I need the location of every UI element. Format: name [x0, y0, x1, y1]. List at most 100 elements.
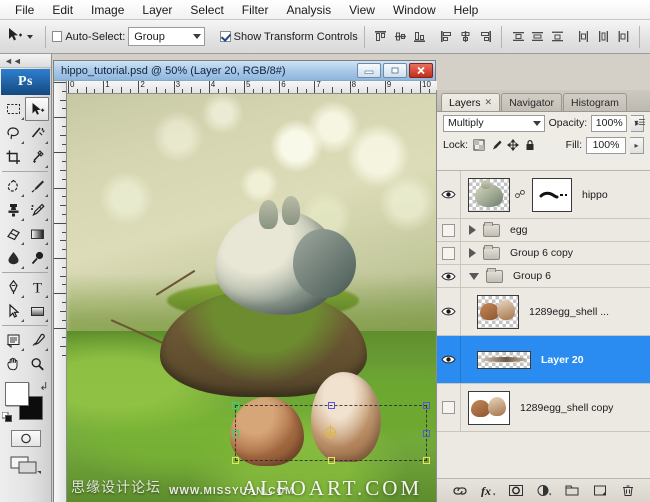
history-brush-tool-icon[interactable] [25, 198, 49, 222]
tab-histogram[interactable]: Histogram [563, 93, 627, 111]
layer-visibility-cell[interactable] [437, 336, 461, 383]
menu-item-view[interactable]: View [340, 1, 384, 19]
active-tool-preset-picker[interactable] [4, 26, 39, 47]
eye-icon-hidden[interactable] [442, 224, 455, 237]
show-transform-controls-checkbox[interactable] [220, 31, 230, 42]
layer-row-egg-shell-copy[interactable]: 1289egg_shell copy [437, 384, 650, 432]
auto-select-checkbox[interactable] [52, 31, 62, 42]
lock-all-icon[interactable] [523, 139, 536, 152]
menu-item-layer[interactable]: Layer [133, 1, 181, 19]
link-icon[interactable]: ☍ [514, 188, 526, 201]
link-layers-button[interactable] [452, 483, 468, 499]
eye-icon[interactable] [441, 354, 457, 366]
move-tool-icon[interactable] [25, 97, 49, 121]
menu-item-image[interactable]: Image [82, 1, 133, 19]
new-layer-button[interactable] [592, 483, 608, 499]
document-title-bar[interactable]: hippo_tutorial.psd @ 50% (Layer 20, RGB/… [54, 61, 435, 81]
chevron-right-icon[interactable] [469, 225, 476, 235]
opacity-input[interactable]: 100% [591, 115, 627, 132]
adjustment-layer-button[interactable] [536, 483, 552, 499]
chevron-right-icon[interactable] [469, 248, 476, 258]
chevron-down-icon[interactable] [469, 273, 479, 280]
rectangular-marquee-tool-icon[interactable] [1, 97, 25, 121]
menu-item-help[interactable]: Help [445, 1, 488, 19]
transform-handle-bottom-center[interactable] [328, 457, 335, 464]
layer-visibility-cell[interactable] [437, 171, 461, 218]
transform-handle-top-left[interactable] [232, 402, 239, 409]
layer-row-layer-20[interactable]: Layer 20 [437, 336, 650, 384]
layer-row-hippo[interactable]: ☍ hippo [437, 171, 650, 219]
menu-item-window[interactable]: Window [384, 1, 445, 19]
clone-stamp-tool-icon[interactable] [1, 198, 25, 222]
transform-handle-bottom-right[interactable] [423, 457, 430, 464]
horizontal-type-tool-icon[interactable]: T [25, 275, 49, 299]
layer-thumbnail[interactable] [477, 295, 519, 329]
close-icon[interactable]: ✕ [485, 97, 493, 108]
delete-layer-button[interactable] [620, 483, 636, 499]
transform-handle-bottom-left[interactable] [232, 457, 239, 464]
panel-menu-icon[interactable]: ▾☰ [633, 115, 647, 129]
layer-name[interactable]: Group 6 copy [510, 247, 573, 259]
layer-visibility-cell[interactable] [437, 265, 461, 287]
path-selection-tool-icon[interactable] [1, 299, 25, 323]
align-vertical-centers-button[interactable] [390, 26, 410, 47]
distribute-left-edges-button[interactable] [574, 26, 594, 47]
layer-name[interactable]: 1289egg_shell copy [520, 402, 613, 414]
layer-row-egg-shell[interactable]: 1289egg_shell ... [437, 288, 650, 336]
lock-position-icon[interactable] [506, 139, 519, 152]
distribute-top-edges-button[interactable] [508, 26, 528, 47]
crop-tool-icon[interactable] [1, 145, 25, 169]
layer-thumbnail[interactable] [477, 351, 531, 369]
slice-tool-icon[interactable] [25, 145, 49, 169]
align-left-edges-button[interactable] [436, 26, 456, 47]
distribute-right-edges-button[interactable] [613, 26, 633, 47]
layer-row-group-6-copy[interactable]: Group 6 copy [437, 242, 650, 265]
maximize-button[interactable] [383, 63, 407, 78]
quick-mask-mode-icon[interactable] [11, 430, 41, 447]
layer-name[interactable]: egg [510, 224, 528, 236]
screen-mode-icon[interactable] [9, 455, 43, 475]
swap-colors-icon[interactable]: ↲ [39, 380, 48, 393]
default-colors-icon[interactable] [2, 412, 13, 423]
transform-handle-top-right[interactable] [423, 402, 430, 409]
transform-handle-middle-left[interactable] [232, 430, 239, 437]
align-top-edges-button[interactable] [371, 26, 391, 47]
lasso-tool-icon[interactable] [1, 121, 25, 145]
distribute-vertical-centers-button[interactable] [528, 26, 548, 47]
distribute-bottom-edges-button[interactable] [548, 26, 568, 47]
eye-icon[interactable] [441, 270, 457, 282]
eye-icon-hidden[interactable] [442, 247, 455, 260]
lock-image-pixels-icon[interactable] [489, 139, 502, 152]
fill-input[interactable]: 100% [586, 137, 626, 154]
layer-name[interactable]: 1289egg_shell ... [529, 306, 609, 318]
eye-icon-hidden[interactable] [442, 401, 455, 414]
menu-item-filter[interactable]: Filter [233, 1, 278, 19]
menu-item-edit[interactable]: Edit [43, 1, 82, 19]
layer-name[interactable]: Layer 20 [541, 354, 584, 366]
layer-visibility-cell[interactable] [437, 242, 461, 264]
layer-style-button[interactable]: fx [480, 483, 496, 499]
tab-navigator[interactable]: Navigator [501, 93, 562, 111]
tools-panel-collapse-handle[interactable]: ◄◄ [0, 54, 51, 68]
distribute-horizontal-centers-button[interactable] [594, 26, 614, 47]
gradient-tool-icon[interactable] [25, 222, 49, 246]
eyedropper-tool-icon[interactable] [25, 328, 49, 352]
close-button[interactable] [409, 63, 433, 78]
layer-thumbnail[interactable] [468, 391, 510, 425]
eraser-tool-icon[interactable] [1, 222, 25, 246]
spot-healing-brush-tool-icon[interactable] [1, 174, 25, 198]
new-group-button[interactable] [564, 483, 580, 499]
brush-tool-icon[interactable] [25, 174, 49, 198]
eye-icon[interactable] [441, 189, 457, 201]
add-layer-mask-button[interactable] [508, 483, 524, 499]
auto-select-scope-dropdown[interactable]: Group [128, 27, 205, 46]
transform-handle-top-center[interactable] [328, 402, 335, 409]
transform-bounding-box[interactable] [235, 405, 427, 461]
blend-mode-dropdown[interactable]: Multiply [443, 115, 545, 132]
lock-transparent-pixels-icon[interactable] [472, 139, 485, 152]
hand-tool-icon[interactable] [1, 352, 25, 376]
zoom-tool-icon[interactable] [25, 352, 49, 376]
layer-visibility-cell[interactable] [437, 288, 461, 335]
magic-wand-tool-icon[interactable] [25, 121, 49, 145]
layer-name[interactable]: Group 6 [513, 270, 551, 282]
